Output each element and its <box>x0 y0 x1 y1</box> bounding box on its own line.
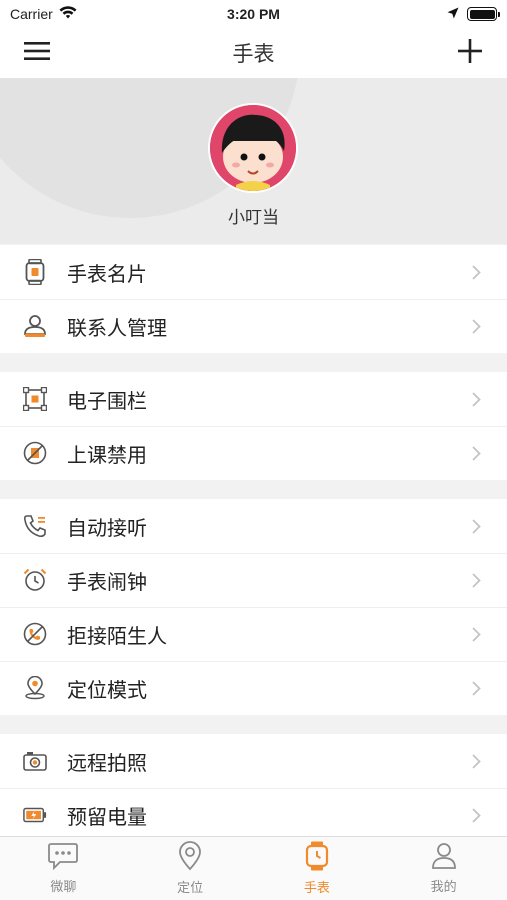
profile-icon <box>431 842 457 874</box>
battery-reserve-icon <box>23 803 47 827</box>
settings-group-2: 电子围栏 上课禁用 <box>0 372 507 480</box>
tab-bar: 微聊 定位 手表 我的 <box>0 836 507 900</box>
row-label: 联系人管理 <box>67 315 167 340</box>
watch-icon <box>305 841 329 875</box>
menu-button[interactable] <box>12 28 62 78</box>
row-remote-camera[interactable]: 远程拍照 <box>0 734 507 788</box>
settings-group-4: 远程拍照 预留电量 <box>0 734 507 842</box>
row-label: 手表闹钟 <box>67 569 147 594</box>
location-mode-icon <box>23 676 47 700</box>
row-label: 手表名片 <box>67 261 147 286</box>
chevron-right-icon <box>469 753 483 769</box>
reject-stranger-icon <box>23 622 47 646</box>
chevron-right-icon <box>469 626 483 642</box>
chevron-right-icon <box>469 318 483 334</box>
avatar-illustration <box>210 105 296 191</box>
class-disable-icon <box>23 441 47 465</box>
row-label: 上课禁用 <box>67 442 147 467</box>
chevron-right-icon <box>469 445 483 461</box>
settings-group-1: 手表名片 联系人管理 <box>0 245 507 353</box>
remote-camera-icon <box>23 749 47 773</box>
chevron-right-icon <box>469 807 483 823</box>
row-alarm-clock[interactable]: 手表闹钟 <box>0 553 507 607</box>
nav-bar: 手表 <box>0 28 507 78</box>
tab-location[interactable]: 定位 <box>127 837 254 900</box>
hamburger-menu-icon <box>24 41 50 65</box>
battery-icon <box>467 7 500 21</box>
tab-label: 微聊 <box>50 880 77 895</box>
status-bar: Carrier 3:20 PM <box>0 0 507 28</box>
row-battery-reserve[interactable]: 预留电量 <box>0 788 507 842</box>
tab-chat[interactable]: 微聊 <box>0 837 127 900</box>
tab-label: 定位 <box>177 881 204 896</box>
chevron-right-icon <box>469 391 483 407</box>
status-right <box>447 6 500 22</box>
chevron-right-icon <box>469 264 483 280</box>
profile-name: 小叮当 <box>228 208 279 228</box>
chevron-right-icon <box>469 518 483 534</box>
row-label: 预留电量 <box>67 804 147 829</box>
chat-icon <box>48 842 79 874</box>
row-geofence[interactable]: 电子围栏 <box>0 372 507 426</box>
row-label: 定位模式 <box>67 677 147 702</box>
add-button[interactable] <box>445 28 495 78</box>
carrier-label: Carrier <box>10 6 53 22</box>
row-auto-answer[interactable]: 自动接听 <box>0 499 507 553</box>
avatar[interactable] <box>208 103 298 193</box>
tab-watch[interactable]: 手表 <box>254 837 381 900</box>
profile-header: 小叮当 <box>0 78 507 244</box>
plus-icon <box>458 39 482 67</box>
row-watch-card[interactable]: 手表名片 <box>0 245 507 299</box>
wifi-icon <box>59 6 77 22</box>
watch-card-icon <box>23 259 47 285</box>
location-arrow-icon <box>447 6 459 22</box>
row-class-disable[interactable]: 上课禁用 <box>0 426 507 480</box>
row-location-mode[interactable]: 定位模式 <box>0 661 507 715</box>
tab-label: 手表 <box>303 881 330 896</box>
tab-label: 我的 <box>430 880 457 895</box>
chevron-right-icon <box>469 572 483 588</box>
auto-answer-icon <box>23 514 47 538</box>
row-label: 电子围栏 <box>67 388 147 413</box>
chevron-right-icon <box>469 680 483 696</box>
row-contacts[interactable]: 联系人管理 <box>0 299 507 353</box>
row-reject-stranger[interactable]: 拒接陌生人 <box>0 607 507 661</box>
row-label: 远程拍照 <box>67 750 147 775</box>
battery-fill <box>469 9 495 19</box>
geofence-icon <box>23 387 47 411</box>
status-left: Carrier <box>10 6 77 22</box>
page-title: 手表 <box>232 42 275 66</box>
row-label: 拒接陌生人 <box>67 623 167 648</box>
location-icon <box>177 841 203 875</box>
contacts-icon <box>23 314 47 338</box>
tab-profile[interactable]: 我的 <box>380 837 507 900</box>
settings-group-3: 自动接听 手表闹钟 拒接陌生人 定位模式 <box>0 499 507 715</box>
row-label: 自动接听 <box>67 515 147 540</box>
alarm-clock-icon <box>23 568 47 592</box>
